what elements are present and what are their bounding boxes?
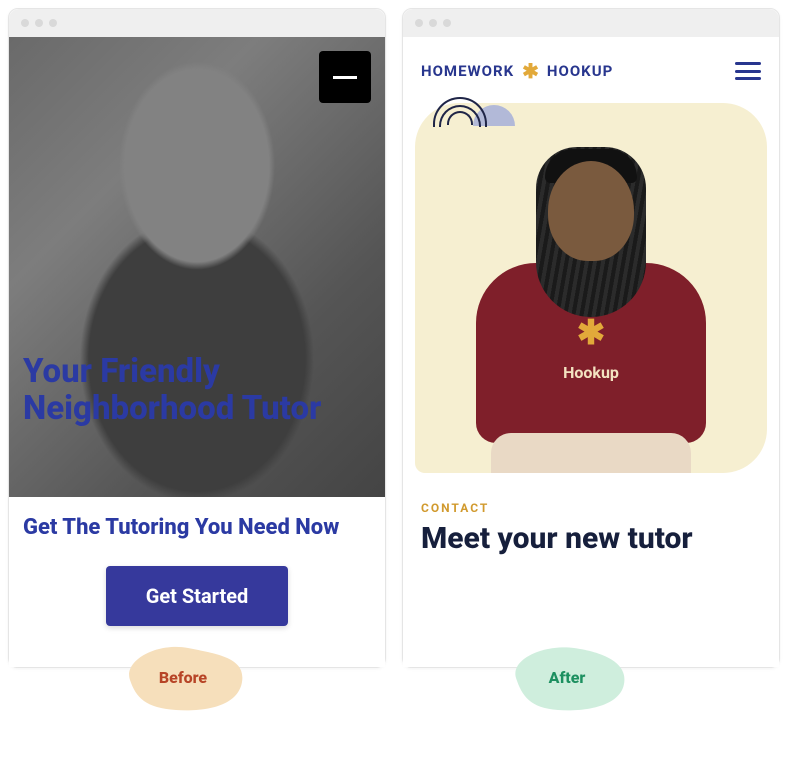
- after-header: HOMEWORK ✱ HOOKUP: [403, 37, 779, 97]
- before-hero-photo: [9, 37, 385, 497]
- minus-icon: [333, 76, 357, 79]
- hamburger-bar-icon: [735, 62, 761, 65]
- get-started-button[interactable]: Get Started: [106, 566, 289, 626]
- window-dot-icon: [415, 19, 423, 27]
- window-dot-icon: [49, 19, 57, 27]
- before-badge-label: Before: [159, 668, 207, 687]
- section-eyebrow: CONTACT: [421, 501, 761, 515]
- asterisk-icon: ✱: [522, 59, 539, 83]
- after-frame-wrap: HOMEWORK ✱ HOOKUP: [402, 8, 780, 668]
- brand-logo[interactable]: HOMEWORK ✱ HOOKUP: [421, 59, 613, 83]
- brand-word-left: HOMEWORK: [421, 62, 514, 80]
- before-hero: Your Friendly Neighborhood Tutor: [9, 37, 385, 497]
- window-dot-icon: [21, 19, 29, 27]
- before-subheading: Get The Tutoring You Need Now: [9, 497, 385, 540]
- comparison-container: Your Friendly Neighborhood Tutor Get The…: [0, 0, 794, 676]
- menu-button[interactable]: [319, 51, 371, 103]
- asterisk-icon: ✱: [577, 313, 606, 353]
- shirt-text-bottom: Hookup: [563, 363, 619, 382]
- after-hero: mewo ✱ Hookup: [415, 103, 767, 473]
- before-headline: Your Friendly Neighborhood Tutor: [23, 354, 323, 427]
- person-pants: [491, 433, 691, 473]
- section-title: Meet your new tutor: [421, 521, 761, 556]
- before-cta-wrap: Get Started: [9, 540, 385, 656]
- after-hero-photo: mewo ✱ Hookup: [466, 133, 716, 473]
- after-browser: HOMEWORK ✱ HOOKUP: [402, 8, 780, 668]
- brand-word-right: HOOKUP: [547, 62, 613, 80]
- before-browser: Your Friendly Neighborhood Tutor Get The…: [8, 8, 386, 668]
- before-body: Your Friendly Neighborhood Tutor Get The…: [9, 37, 385, 667]
- after-body: HOMEWORK ✱ HOOKUP: [403, 37, 779, 667]
- window-dot-icon: [429, 19, 437, 27]
- person-head: [548, 161, 634, 261]
- after-badge-label: After: [549, 668, 586, 687]
- after-badge: After: [502, 640, 632, 714]
- window-dot-icon: [443, 19, 451, 27]
- hamburger-bar-icon: [735, 77, 761, 80]
- hamburger-menu-button[interactable]: [735, 62, 761, 80]
- after-browser-bar: [403, 9, 779, 37]
- before-frame-wrap: Your Friendly Neighborhood Tutor Get The…: [8, 8, 386, 668]
- window-dot-icon: [35, 19, 43, 27]
- rainbow-icon: [433, 97, 487, 127]
- hamburger-bar-icon: [735, 70, 761, 73]
- before-badge: Before: [118, 640, 248, 714]
- before-browser-bar: [9, 9, 385, 37]
